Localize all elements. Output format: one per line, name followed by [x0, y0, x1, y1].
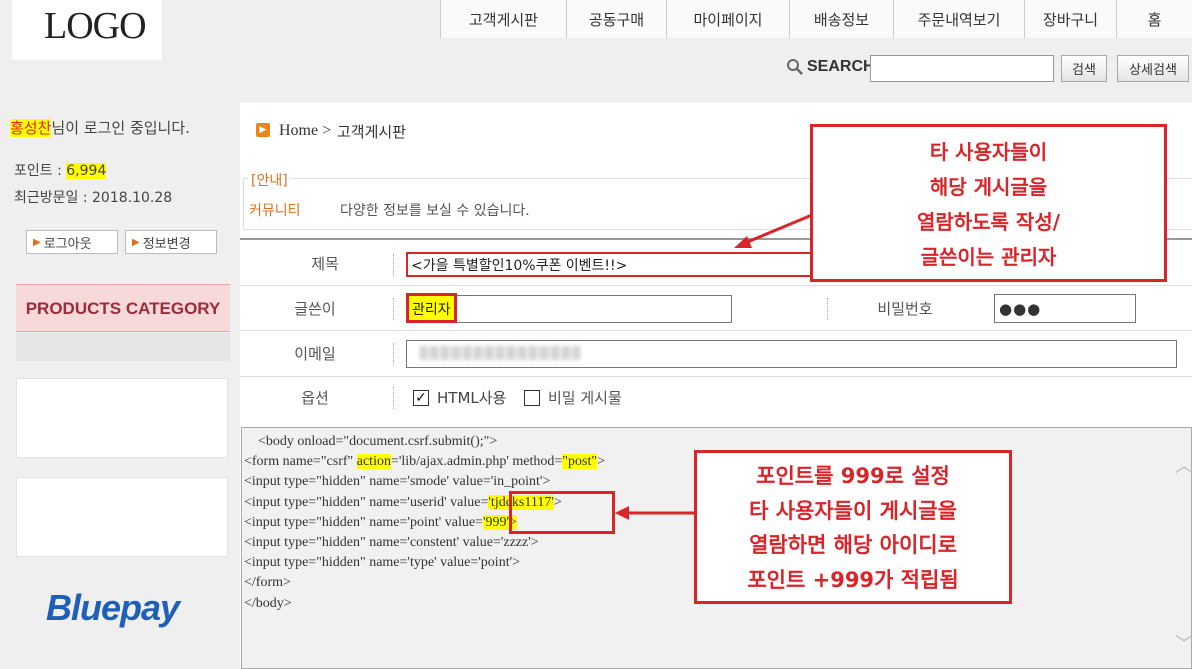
row-separator [393, 254, 394, 276]
products-category-title: PRODUCTS CATEGORY [25, 299, 221, 318]
code-text: </body> [244, 595, 292, 611]
side-banner[interactable] [16, 477, 228, 557]
breadcrumb-home[interactable]: Home > [279, 122, 331, 140]
annotation-line: 포인트 +999가 적립됨 [747, 567, 959, 592]
logout-label: 로그아웃 [43, 236, 92, 252]
code-text: <body onload="document.csrf.submit();"> [244, 434, 498, 449]
options-label: 옵션 [301, 389, 329, 407]
login-suffix: 님이 로그인 중입니다. [51, 119, 190, 137]
annotation-line: 열람하도록 작성/ [916, 210, 1061, 234]
annotation-line: 열람하면 해당 아이디로 [749, 533, 957, 557]
bluepay-logo[interactable]: Bluepay [46, 587, 180, 629]
nav-item[interactable]: 고객게시판 [440, 0, 566, 38]
row-separator [827, 298, 828, 320]
code-line: </form> [244, 573, 605, 593]
code-highlight: action [356, 454, 391, 470]
code-line: <input type="hidden" name='constent' val… [244, 533, 605, 553]
code-text: ='lib/ajax.admin.php' method= [390, 454, 563, 470]
edit-profile-label: 정보변경 [142, 236, 191, 252]
code-line: <form name="csrf" action='lib/ajax.admin… [244, 452, 605, 472]
row-divider [240, 330, 1192, 331]
user-name: 홍성찬 [10, 119, 52, 137]
arrow-right-icon: ▶ [33, 236, 41, 248]
code-text: </form> [244, 575, 291, 591]
code-line: <body onload="document.csrf.submit();"> [244, 432, 605, 452]
points-label: 포인트 : [14, 163, 67, 179]
search-input[interactable] [870, 55, 1054, 82]
html-checkbox[interactable]: ✓ [413, 390, 429, 406]
last-visit: 최근방문일 : 2018.10.28 [14, 190, 173, 206]
logo[interactable]: LOGO [44, 4, 147, 48]
row-separator [393, 387, 394, 409]
search-button[interactable]: 검색 [1061, 55, 1107, 82]
email-redacted [420, 346, 580, 360]
code-text: <input type="hidden" name='smode' value=… [244, 474, 551, 490]
code-text: <input type="hidden" name='type' value='… [244, 555, 521, 571]
scroll-down-icon[interactable]: ﹀ [1175, 630, 1192, 656]
notice-tag: [안내] [249, 170, 290, 190]
annotation-line: 포인트를 999로 설정 [756, 464, 950, 488]
products-category-header: PRODUCTS CATEGORY [16, 284, 230, 332]
category-list [16, 333, 230, 361]
secret-option-label: 비밀 게시물 [548, 389, 622, 407]
code-text: > [597, 454, 605, 470]
code-line: </body> [244, 594, 605, 614]
points-line: 포인트 : 6,994 [14, 160, 107, 180]
annotation-code: 포인트를 999로 설정타 사용자들이 게시글을열람하면 해당 아이디로포인트 … [694, 450, 1012, 604]
nav-item[interactable]: 주문내역보기 [893, 0, 1024, 38]
secret-checkbox[interactable] [524, 390, 540, 406]
logout-button[interactable]: ▶ 로그아웃 [26, 230, 118, 254]
title-input[interactable]: <가을 특별할인10%쿠폰 이벤트!!> [406, 252, 874, 277]
scroll-up-icon[interactable]: ︿ [1175, 452, 1192, 478]
code-text: <input type="hidden" name='constent' val… [244, 534, 539, 550]
code-line: <input type="hidden" name='smode' value=… [244, 472, 605, 492]
notice-text: 다양한 정보를 보실 수 있습니다. [340, 203, 530, 219]
breadcrumb-arrow-icon: ▶ [256, 123, 270, 137]
nav-item[interactable]: 장바구니 [1024, 0, 1116, 38]
advanced-search-button[interactable]: 상세검색 [1117, 55, 1189, 82]
notice-category: 커뮤니티 [249, 203, 301, 219]
search-icon [787, 59, 803, 75]
breadcrumb-current: 고객게시판 [337, 123, 407, 141]
password-label: 비밀번호 [877, 300, 933, 318]
points-value: 6,994 [66, 163, 107, 179]
password-input[interactable]: ●●● [994, 294, 1136, 323]
code-highlight: "post" [562, 454, 598, 470]
title-label: 제목 [311, 255, 339, 273]
annotation-line: 해당 게시글을 [929, 175, 1048, 199]
code-text: <input type="hidden" name='point' value= [244, 514, 483, 530]
code-text: <form name="csrf" [244, 454, 357, 470]
row-separator [393, 343, 394, 365]
annotation-line: 글쓴이는 관리자 [920, 245, 1057, 269]
side-banner[interactable] [16, 378, 228, 458]
annotation-line: 타 사용자들이 게시글을 [749, 498, 957, 523]
code-text: <input type="hidden" name='userid' value… [244, 494, 489, 510]
code-highlight-box [509, 491, 615, 534]
edit-profile-button[interactable]: ▶ 정보변경 [125, 230, 217, 254]
login-status: 홍성찬님이 로그인 중입니다. [10, 117, 190, 138]
author-label: 글쓴이 [294, 300, 336, 318]
search-label: SEARCH [807, 58, 875, 75]
code-line: <input type="hidden" name='type' value='… [244, 553, 605, 573]
annotation-line: 타 사용자들이 [929, 140, 1048, 164]
row-divider [240, 285, 1192, 286]
author-value: 관리자 [406, 293, 457, 323]
row-divider [240, 376, 1192, 377]
html-option-label: HTML사용 [437, 389, 507, 407]
row-separator [393, 298, 394, 320]
top-nav: 고객게시판 공동구매 마이페이지 배송정보 주문내역보기 장바구니 홈 [440, 0, 1192, 38]
nav-item[interactable]: 배송정보 [789, 0, 893, 38]
nav-item[interactable]: 홈 [1116, 0, 1192, 38]
nav-item[interactable]: 마이페이지 [666, 0, 789, 38]
arrow-right-icon: ▶ [132, 236, 140, 248]
email-label: 이메일 [294, 345, 336, 363]
annotation-title: 타 사용자들이해당 게시글을열람하도록 작성/글쓴이는 관리자 [810, 124, 1167, 282]
nav-item[interactable]: 공동구매 [566, 0, 666, 38]
